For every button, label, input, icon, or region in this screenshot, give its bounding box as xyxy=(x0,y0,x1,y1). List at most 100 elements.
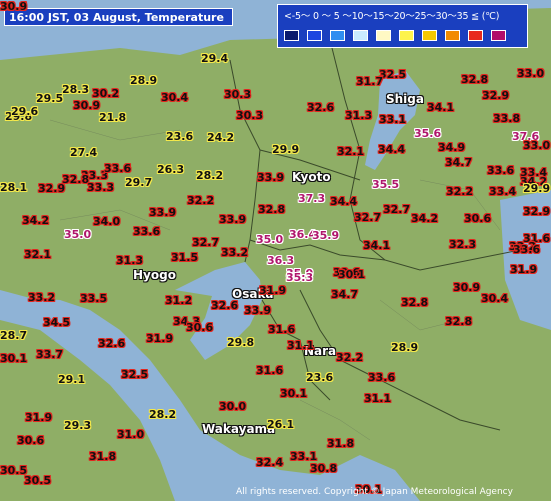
temperature-map: 16:00 JST, 03 August, Temperature <-5～ 0… xyxy=(0,0,551,501)
temperature-reading: 36.3 xyxy=(267,254,295,267)
temperature-reading: 31.9 xyxy=(146,332,174,345)
temperature-reading: 30.4 xyxy=(481,292,509,305)
temperature-reading: 29.5 xyxy=(36,92,64,105)
temperature-reading: 32.6 xyxy=(98,337,126,350)
temperature-reading: 30.9 xyxy=(453,281,481,294)
temperature-reading: 28.7 xyxy=(0,329,28,342)
legend-swatch xyxy=(353,30,368,41)
temperature-reading: 30.3 xyxy=(236,109,264,122)
place-label-hyogo: Hyogo xyxy=(133,268,176,282)
legend-swatch xyxy=(330,30,345,41)
temperature-reading: 30.1 xyxy=(338,268,366,281)
temperature-reading: 29.1 xyxy=(58,373,86,386)
temperature-reading: 35.9 xyxy=(312,229,340,242)
temperature-reading: 33.7 xyxy=(36,348,64,361)
temperature-reading: 33.6 xyxy=(368,371,396,384)
temperature-reading: 34.2 xyxy=(22,214,50,227)
map-title: 16:00 JST, 03 August, Temperature xyxy=(4,8,233,26)
temperature-reading: 35.3 xyxy=(286,271,314,284)
temperature-reading: 32.8 xyxy=(401,296,429,309)
legend-swatch xyxy=(376,30,391,41)
temperature-reading: 33.6 xyxy=(104,162,132,175)
temperature-reading: 28.2 xyxy=(196,169,224,182)
temperature-reading: 30.6 xyxy=(464,212,492,225)
temperature-reading: 30.3 xyxy=(224,88,252,101)
temperature-reading: 29.9 xyxy=(272,143,300,156)
temperature-reading: 32.8 xyxy=(62,173,90,186)
temperature-reading: 34.1 xyxy=(363,239,391,252)
legend-swatch xyxy=(307,30,322,41)
temperature-reading: 32.2 xyxy=(446,185,474,198)
temperature-reading: 31.9 xyxy=(259,284,287,297)
temperature-reading: 28.3 xyxy=(62,83,90,96)
temperature-reading: 34.4 xyxy=(330,195,358,208)
temperature-reading: 28.2 xyxy=(149,408,177,421)
temperature-reading: 35.0 xyxy=(256,233,284,246)
temperature-reading: 28.1 xyxy=(0,181,28,194)
temperature-reading: 30.0 xyxy=(219,400,247,413)
temperature-reading: 31.5 xyxy=(171,251,199,264)
temperature-reading: 34.5 xyxy=(43,316,71,329)
temperature-reading: 32.4 xyxy=(256,456,284,469)
temperature-reading: 35.6 xyxy=(414,127,442,140)
temperature-reading: 29.3 xyxy=(64,419,92,432)
temperature-reading: 31.8 xyxy=(327,437,355,450)
temperature-reading: 33.6 xyxy=(487,164,515,177)
temperature-reading: 32.2 xyxy=(336,351,364,364)
place-label-shiga: Shiga xyxy=(386,92,424,106)
temperature-reading: 28.9 xyxy=(391,341,419,354)
place-label-kyoto: Kyoto xyxy=(292,170,331,184)
temperature-reading: 29.4 xyxy=(201,52,229,65)
temperature-reading: 32.6 xyxy=(307,101,335,114)
temperature-reading: 31.9 xyxy=(25,411,53,424)
temperature-reading: 37.3 xyxy=(298,192,326,205)
temperature-reading: 30.6 xyxy=(186,321,214,334)
temperature-reading: 34.9 xyxy=(438,141,466,154)
legend-swatch xyxy=(422,30,437,41)
temperature-reading: 26.1 xyxy=(267,418,295,431)
temperature-reading: 31.6 xyxy=(268,323,296,336)
temperature-reading: 34.7 xyxy=(331,288,359,301)
temperature-reading: 35.5 xyxy=(372,178,400,191)
temperature-reading: 33.9 xyxy=(257,171,285,184)
temperature-reading: 31.6 xyxy=(256,364,284,377)
temperature-reading: 32.5 xyxy=(121,368,149,381)
temperature-reading: 33.6 xyxy=(513,243,541,256)
temperature-reading: 30.8 xyxy=(310,462,338,475)
temperature-reading: 30.9 xyxy=(0,0,28,13)
temperature-reading: 32.3 xyxy=(449,238,477,251)
temperature-reading: 34.4 xyxy=(378,143,406,156)
temperature-reading: 29.8 xyxy=(227,336,255,349)
temperature-reading: 30.4 xyxy=(161,91,189,104)
temperature-reading: 30.9 xyxy=(73,99,101,112)
temperature-reading: 32.7 xyxy=(192,236,220,249)
temperature-reading: 32.7 xyxy=(383,203,411,216)
temperature-reading: 33.9 xyxy=(219,213,247,226)
temperature-reading: 30.1 xyxy=(280,387,308,400)
temperature-reading: 33.2 xyxy=(221,246,249,259)
temperature-reading: 32.9 xyxy=(523,205,551,218)
temperature-reading: 34.1 xyxy=(427,101,455,114)
legend-swatch xyxy=(491,30,506,41)
temperature-reading: 31.3 xyxy=(345,109,373,122)
temperature-legend: <-5～ 0 ～ 5 ～10～15～20～25～30～35 ≦ (℃) xyxy=(277,4,528,48)
temperature-reading: 29.9 xyxy=(523,182,551,195)
temperature-reading: 31.8 xyxy=(89,450,117,463)
legend-swatch xyxy=(468,30,483,41)
temperature-reading: 34.0 xyxy=(93,215,121,228)
temperature-reading: 32.8 xyxy=(445,315,473,328)
temperature-reading: 33.8 xyxy=(493,112,521,125)
temperature-reading: 26.3 xyxy=(157,163,185,176)
temperature-reading: 33.0 xyxy=(517,67,545,80)
temperature-reading: 31.7 xyxy=(356,75,384,88)
temperature-reading: 32.8 xyxy=(258,203,286,216)
place-label-wakayama: Wakayama xyxy=(202,422,276,436)
temperature-reading: 24.2 xyxy=(207,131,235,144)
temperature-reading: 28.9 xyxy=(130,74,158,87)
temperature-reading: 33.5 xyxy=(80,292,108,305)
temperature-reading: 29.6 xyxy=(11,105,39,118)
temperature-reading: 23.6 xyxy=(306,371,334,384)
legend-swatch xyxy=(399,30,414,41)
temperature-reading: 32.1 xyxy=(24,248,52,261)
temperature-reading: 31.1 xyxy=(364,392,392,405)
